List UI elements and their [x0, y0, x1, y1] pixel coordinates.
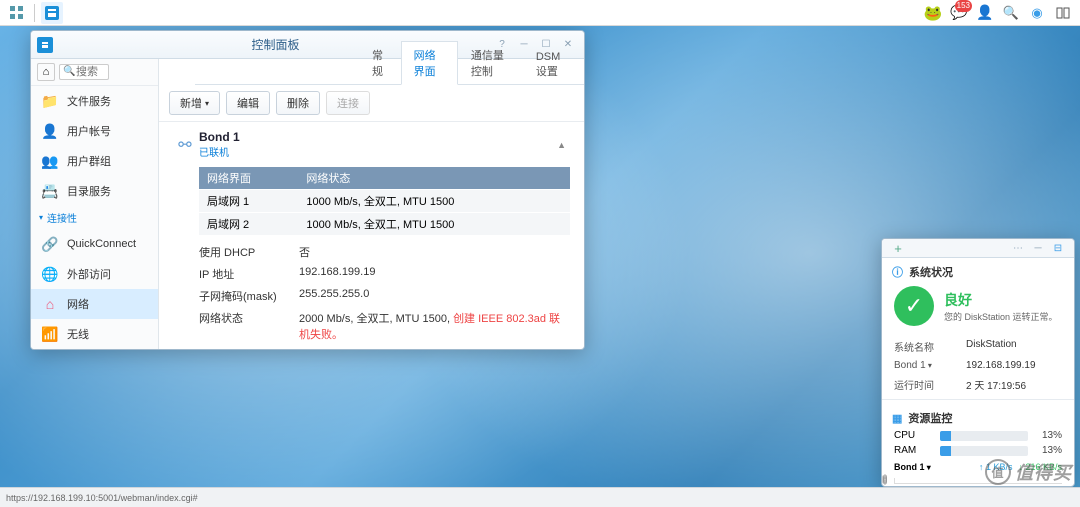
sidebar-section-connectivity[interactable]: ▾连接性: [31, 206, 158, 229]
cpu-row: CPU 13%: [882, 428, 1074, 443]
edit-button[interactable]: 编辑: [226, 91, 270, 115]
health-section-header: ⓘ 系统状况: [882, 258, 1074, 282]
widget-info-row: Bond 1192.168.199.19: [882, 357, 1074, 374]
tab-DSM 设置[interactable]: DSM 设置: [523, 59, 584, 84]
cpu-bar: [940, 431, 1028, 441]
sidebar-item-label: 外部访问: [67, 266, 111, 282]
widget-info-row: 运行时间2 天 17:19:56: [882, 374, 1074, 395]
resmon-section-header: ▦ 资源监控: [882, 404, 1074, 428]
download-status-icon[interactable]: 🐸: [922, 2, 944, 24]
adapter-table: 网络界面网络状态局域网 11000 Mb/s, 全双工, MTU 1500局域网…: [199, 167, 570, 235]
sidebar-item-label: 网络: [67, 296, 89, 312]
sidebar-item-QuickConnect[interactable]: 🔗 QuickConnect: [31, 229, 158, 259]
user-icon[interactable]: 👤: [974, 2, 996, 24]
table-row[interactable]: 局域网 21000 Mb/s, 全双工, MTU 1500: [199, 213, 570, 236]
home-icon[interactable]: ⌂: [37, 63, 55, 81]
sidebar-item-icon: 👤: [41, 122, 59, 140]
check-icon: ✓: [894, 286, 934, 326]
sidebar-item-icon: ⌂: [41, 295, 59, 313]
notification-badge: 153: [955, 0, 972, 12]
ram-row: RAM 13%: [882, 443, 1074, 458]
sidebar-item-无线[interactable]: 📶 无线: [31, 319, 158, 349]
sidebar-item-icon: 📇: [41, 182, 59, 200]
health-desc: 您的 DiskStation 运转正常。: [944, 310, 1058, 323]
sidebar-item-label: 无线: [67, 326, 89, 342]
system-health-widget: + ⋯ ─ ⊟ ⓘ 系统状况 ✓ 良好 您的 DiskStation 运转正常。…: [881, 238, 1075, 487]
notifications-icon[interactable]: 💬153: [948, 2, 970, 24]
table-row[interactable]: 局域网 11000 Mb/s, 全双工, MTU 1500: [199, 190, 570, 213]
info-icon: ⓘ: [892, 264, 903, 280]
sidebar-item-label: 目录服务: [67, 183, 111, 199]
sidebar-item-label: 文件服务: [67, 93, 111, 109]
search-icon[interactable]: 🔍: [1000, 2, 1022, 24]
tab-常规[interactable]: 常规: [359, 59, 401, 84]
divider: [882, 399, 1074, 400]
status-url: https://192.168.199.10:5001/webman/index…: [6, 493, 1074, 503]
sidebar-item-label: 用户群组: [67, 153, 111, 169]
interface-Bond 1: ⚯ Bond 1 已联机 ▲ 网络界面网络状态局域网 11000 Mb/s, 全…: [167, 124, 576, 349]
interface-header[interactable]: ⚯ Bond 1 已联机 ▲: [167, 124, 576, 165]
delete-button[interactable]: 删除: [276, 91, 320, 115]
sidebar-item-icon: 📶: [41, 325, 59, 343]
tab-通信量控制[interactable]: 通信量控制: [458, 59, 523, 84]
window-icon: [37, 37, 53, 53]
sidebar-item[interactable]: 📇 目录服务: [31, 176, 158, 206]
taskbar: 🐸 💬153 👤 🔍 ◉: [0, 0, 1080, 26]
sidebar-item-label: QuickConnect: [67, 238, 136, 250]
kv-row: 网络状态2000 Mb/s, 全双工, MTU 1500, 创建 IEEE 80…: [199, 307, 570, 345]
content-area: 常规网络界面通信量控制DSM 设置 新增 编辑 删除 连接 ⚯ Bond 1 已…: [159, 59, 584, 349]
widget-info-row: 系统名称DiskStation: [882, 336, 1074, 357]
add-widget-button[interactable]: +: [888, 239, 908, 257]
control-panel-window: 控制面板 ? ─ ☐ ✕ ⌂ 🔍 📁文件服务👤用户帐号👥用户群组📇目录服务 ▾连…: [30, 30, 585, 350]
sidebar-item[interactable]: 👤 用户帐号: [31, 116, 158, 146]
tab-网络界面[interactable]: 网络界面: [401, 59, 458, 85]
sidebar-item-icon: 👥: [41, 152, 59, 170]
widget-pin-button[interactable]: ⊟: [1048, 239, 1068, 257]
sidebar-item-icon: 📁: [41, 92, 59, 110]
tab-bar: 常规网络界面通信量控制DSM 设置: [195, 59, 584, 85]
kv-row: IP 地址192.168.199.19: [199, 263, 570, 285]
interface-detail: 网络界面网络状态局域网 11000 Mb/s, 全双工, MTU 1500局域网…: [167, 165, 576, 349]
taskbar-app-control-panel[interactable]: [41, 2, 63, 24]
health-status: ✓ 良好 您的 DiskStation 运转正常。: [882, 282, 1074, 336]
sidebar-item[interactable]: 👥 用户群组: [31, 146, 158, 176]
net-interface-dropdown[interactable]: Bond 1: [894, 462, 931, 472]
sidebar-item-icon: 🔗: [41, 235, 59, 253]
sidebar-item[interactable]: 📁 文件服务: [31, 86, 158, 116]
chevron-icon: ▲: [557, 140, 572, 150]
kv-row: 使用 DHCP否: [199, 241, 570, 263]
widget-minimize-button[interactable]: ─: [1028, 239, 1048, 257]
search-icon: 🔍: [63, 66, 75, 77]
widget-titlebar[interactable]: + ⋯ ─ ⊟: [882, 239, 1074, 258]
ram-bar: [940, 446, 1028, 456]
interface-status: 已联机: [199, 144, 240, 159]
widgets-icon[interactable]: ◉: [1026, 2, 1048, 24]
monitor-icon: ▦: [892, 412, 902, 425]
sidebar-item-icon: 🌐: [41, 265, 59, 283]
sidebar-item-外部访问[interactable]: 🌐 外部访问: [31, 259, 158, 289]
divider: [34, 4, 35, 22]
connect-button[interactable]: 连接: [326, 91, 370, 115]
sidebar-item-label: 用户帐号: [67, 123, 111, 139]
sidebar-item-网络[interactable]: ⌂ 网络: [31, 289, 158, 319]
interface-list: ⚯ Bond 1 已联机 ▲ 网络界面网络状态局域网 11000 Mb/s, 全…: [159, 122, 584, 349]
main-menu-icon[interactable]: [6, 2, 28, 24]
watermark: 值值得买: [985, 459, 1072, 485]
toolbar: 新增 编辑 删除 连接: [159, 85, 584, 122]
add-button[interactable]: 新增: [169, 91, 220, 115]
sidebar-search-row: ⌂ 🔍: [31, 59, 158, 86]
kv-row: 子网掩码(mask)255.255.255.0: [199, 285, 570, 307]
interface-name: Bond 1: [199, 130, 240, 144]
pilot-view-icon[interactable]: [1052, 2, 1074, 24]
browser-statusbar: https://192.168.199.10:5001/webman/index…: [0, 487, 1080, 507]
share-icon: ⚯: [171, 135, 199, 155]
sidebar: ⌂ 🔍 📁 文件服务 👤 用户帐号 👥 用户群组 📇 目录服务 ▾连接性 🔗 QuickConn…: [31, 59, 159, 349]
widget-menu-button[interactable]: ⋯: [1008, 239, 1028, 257]
health-good-label: 良好: [944, 290, 1058, 310]
